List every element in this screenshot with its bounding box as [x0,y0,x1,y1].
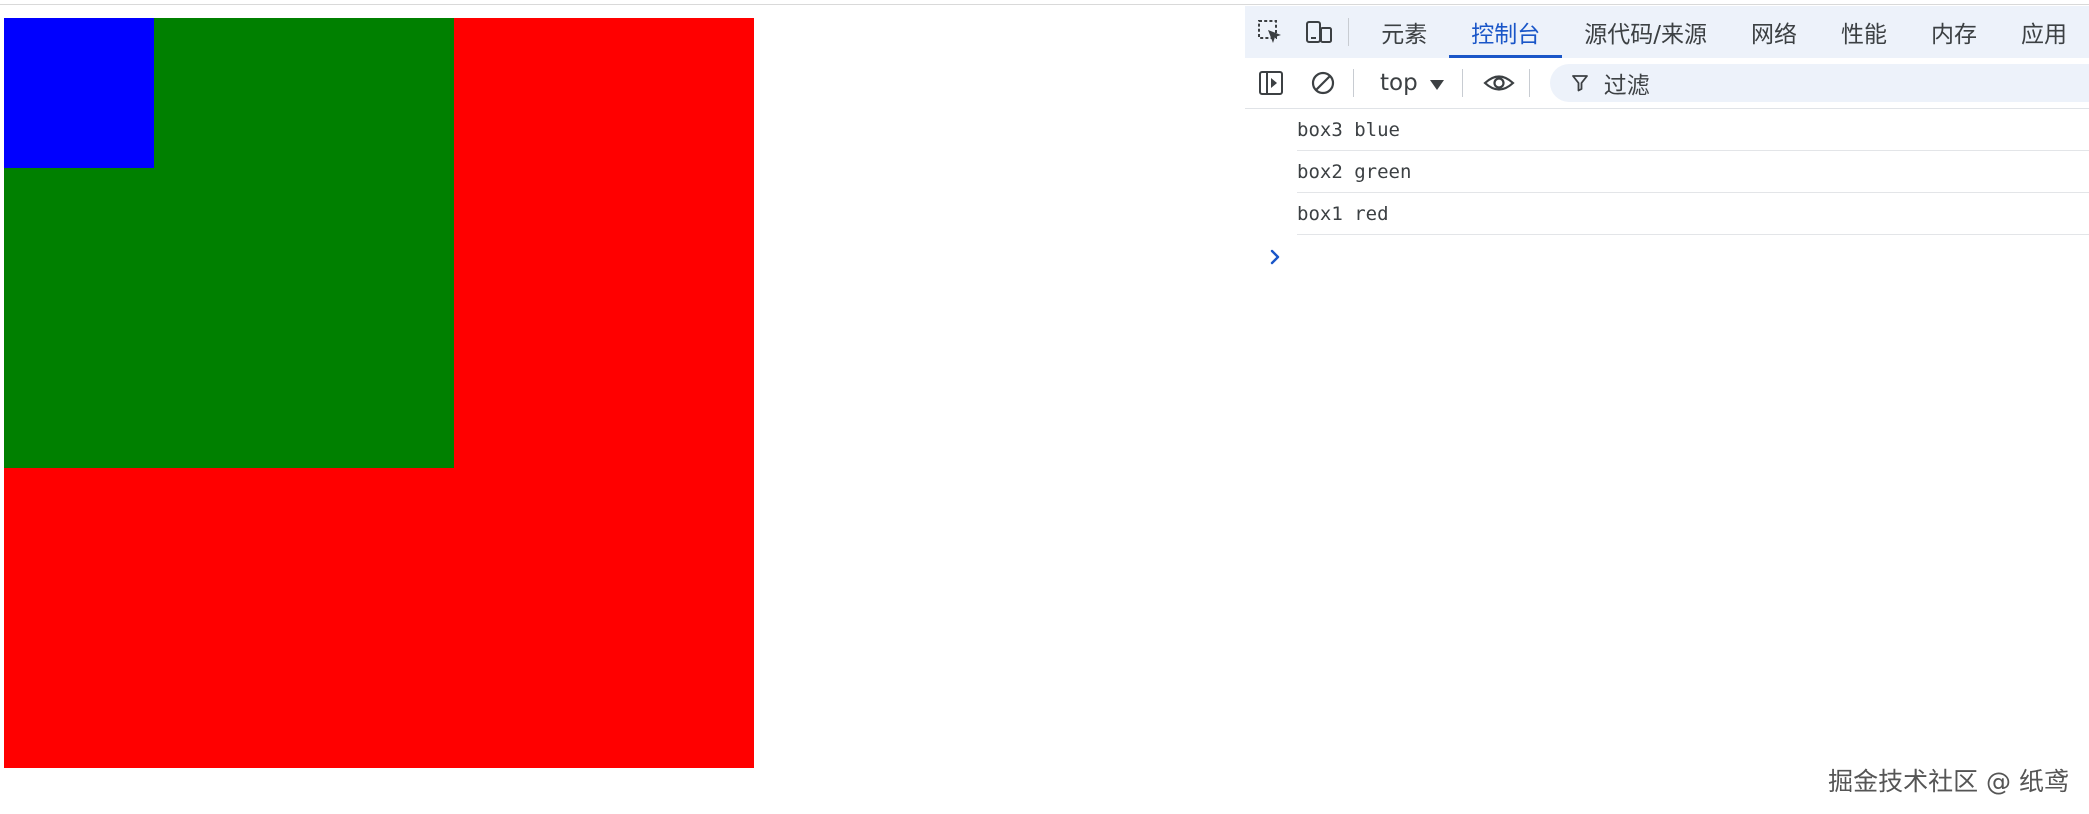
devtools-tabs: 元素 控制台 源代码/来源 网络 性能 内存 应用 [1359,6,2089,58]
tab-network[interactable]: 网络 [1729,6,1819,58]
live-expression-eye-icon[interactable] [1473,58,1525,108]
tab-console[interactable]: 控制台 [1449,6,1563,58]
context-selector-label: top [1380,70,1418,96]
console-message-text: box3 blue [1297,118,1400,141]
watermark: 掘金技术社区 @ 纸鸢 [1828,767,2069,796]
filter-input[interactable]: 过滤 [1549,64,2089,102]
device-toolbar-icon[interactable] [1295,6,1345,58]
tab-application[interactable]: 应用 [1999,6,2089,58]
inspect-element-icon[interactable] [1245,6,1295,58]
caret-down-icon [1429,79,1444,90]
devtools-tab-bar: 元素 控制台 源代码/来源 网络 性能 内存 应用 [1245,6,2089,58]
toolbar-separator [1461,69,1463,97]
box2-green[interactable] [4,18,454,468]
console-messages: box3 blue box2 green box1 red [1245,109,2089,265]
console-message: box3 blue [1297,109,2089,151]
console-message: box2 green [1297,151,2089,193]
console-message-text: box2 green [1297,160,1412,183]
tab-bar-separator [1348,18,1350,46]
tab-memory[interactable]: 内存 [1909,6,1999,58]
sidebar-toggle-icon[interactable] [1245,58,1297,108]
filter-placeholder: 过滤 [1603,73,1650,99]
browser-top-border [0,0,2089,5]
console-message-text: box1 red [1297,202,1389,225]
console-prompt-chevron-icon[interactable] [1265,247,1285,267]
devtools-panel: 元素 控制台 源代码/来源 网络 性能 内存 应用 top 过滤 box3 bl… [1245,6,2089,814]
tab-elements[interactable]: 元素 [1359,6,1449,58]
tab-performance[interactable]: 性能 [1819,6,1909,58]
console-message: box1 red [1297,193,2089,235]
filter-funnel-icon [1571,75,1588,92]
tab-sources[interactable]: 源代码/来源 [1562,6,1729,58]
box3-blue[interactable] [4,18,154,168]
clear-console-icon[interactable] [1297,58,1349,108]
toolbar-separator [1353,69,1354,97]
console-toolbar: top 过滤 [1245,58,2089,109]
box1-red[interactable] [4,18,754,768]
context-selector[interactable]: top [1364,58,1458,108]
toolbar-separator [1528,69,1530,97]
